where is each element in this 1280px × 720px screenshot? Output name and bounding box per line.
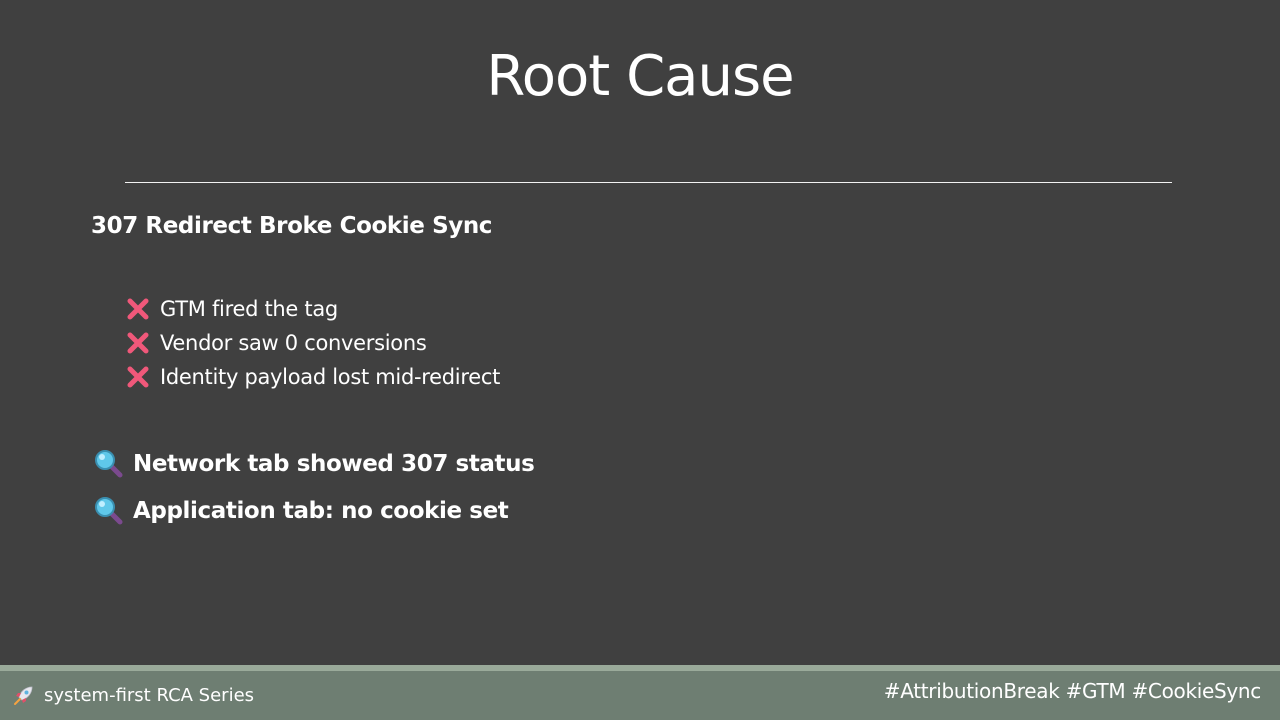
finding-item: Application tab: no cookie set	[94, 487, 534, 534]
symptom-list: GTM fired the tag Vendor saw 0 conversio…	[125, 292, 500, 394]
title-divider	[125, 182, 1172, 183]
list-item: GTM fired the tag	[125, 292, 500, 326]
list-item: Identity payload lost mid-redirect	[125, 360, 500, 394]
findings-list: Network tab showed 307 status Applicatio…	[94, 440, 535, 534]
rocket-icon	[14, 686, 33, 705]
section-heading: 307 Redirect Broke Cookie Sync	[91, 213, 493, 239]
list-item-text: Identity payload lost mid-redirect	[160, 365, 501, 389]
series-label: system-first RCA Series	[12, 683, 254, 707]
finding-text: Network tab showed 307 status	[133, 450, 535, 477]
slide-title: Root Cause	[486, 44, 794, 109]
hashtags: #AttributionBreak #GTM #CookieSync	[883, 679, 1262, 703]
finding-text: Application tab: no cookie set	[133, 497, 509, 524]
series-label-text: system-first RCA Series	[44, 684, 255, 706]
cross-mark-icon	[127, 366, 149, 388]
magnifying-glass-icon	[95, 449, 123, 477]
magnifying-glass-icon	[95, 496, 123, 524]
list-item-text: Vendor saw 0 conversions	[160, 331, 427, 355]
cross-mark-icon	[127, 298, 149, 320]
finding-item: Network tab showed 307 status	[94, 440, 535, 487]
slide: Root Cause 307 Redirect Broke Cookie Syn…	[0, 0, 1280, 720]
list-item-text: GTM fired the tag	[160, 297, 338, 321]
footer-bar: system-first RCA Series #AttributionBrea…	[0, 671, 1280, 720]
cross-mark-icon	[127, 332, 149, 354]
list-item: Vendor saw 0 conversions	[125, 326, 500, 360]
